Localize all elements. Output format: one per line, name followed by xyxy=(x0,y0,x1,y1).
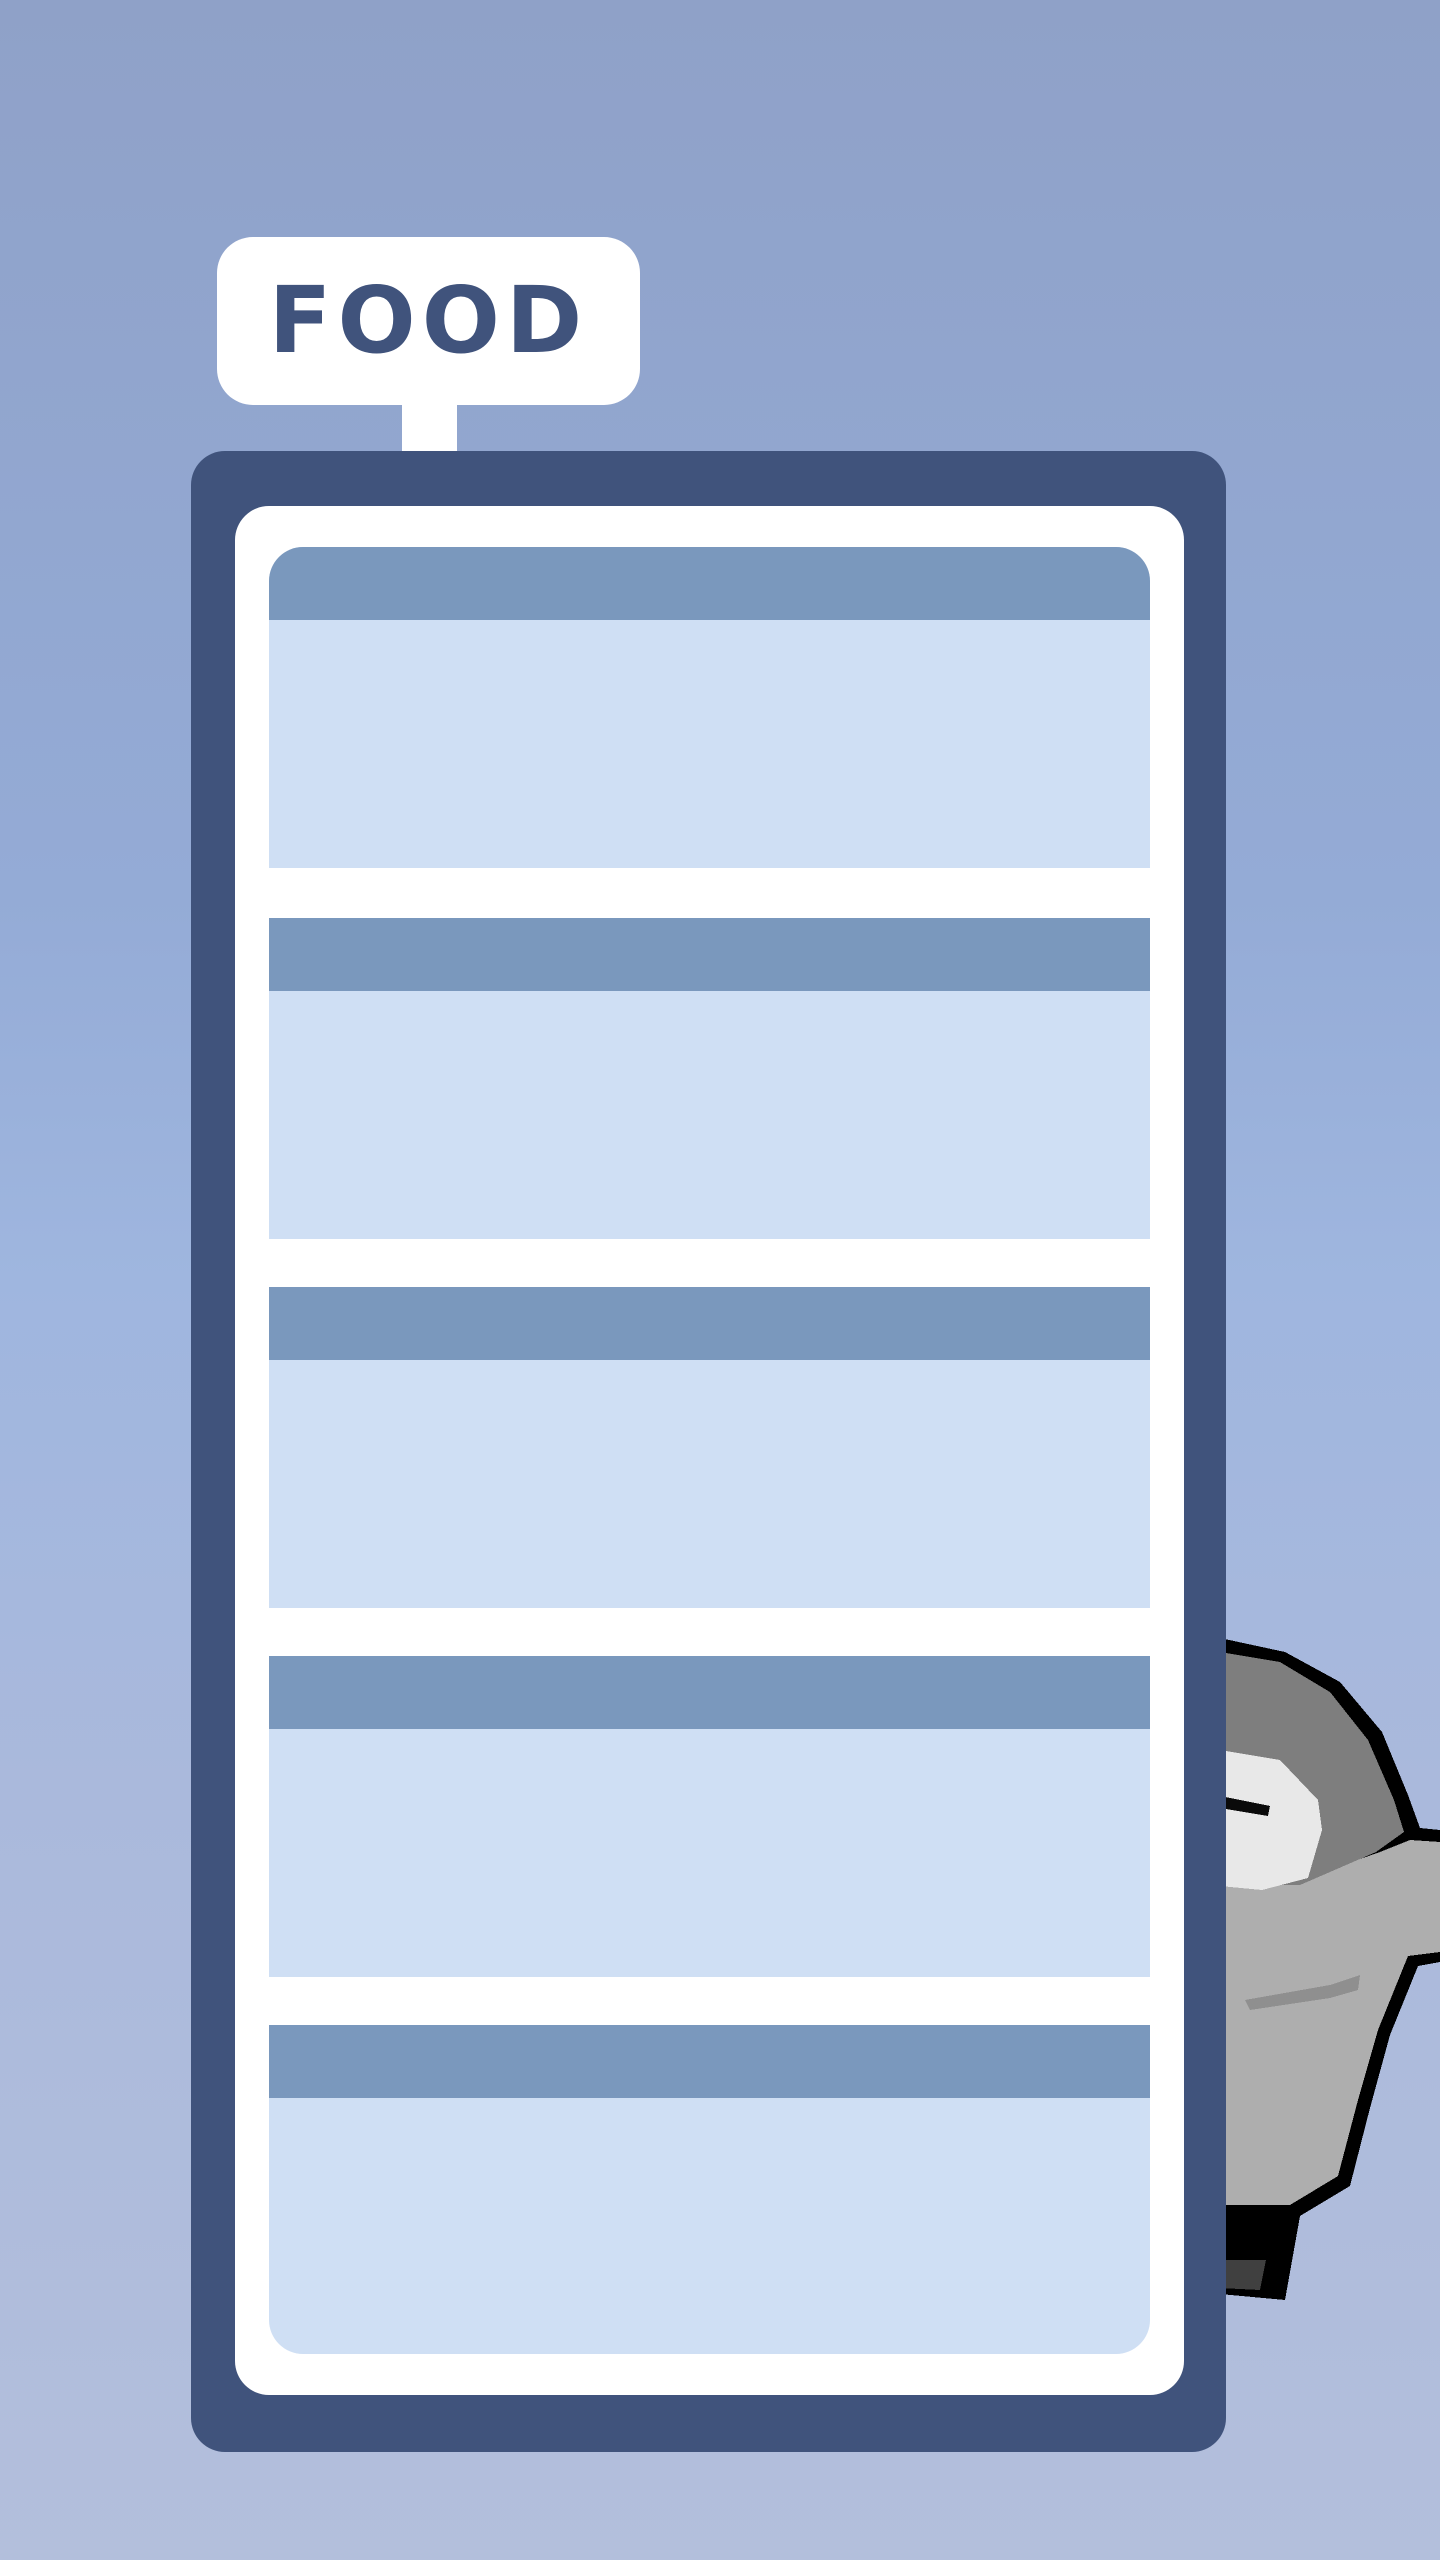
shelf-slot-1[interactable] xyxy=(269,547,1150,868)
shelf-header xyxy=(269,918,1150,991)
label-stem xyxy=(402,400,457,455)
character-shadow xyxy=(1220,2260,1266,2290)
shelf-slot-2[interactable] xyxy=(269,918,1150,1239)
category-label: FOOD xyxy=(217,237,640,405)
shelf-header xyxy=(269,1656,1150,1729)
shelf-slot-5[interactable] xyxy=(269,2025,1150,2354)
shelf-header xyxy=(269,2025,1150,2098)
category-label-text: FOOD xyxy=(268,267,589,374)
shelf-header xyxy=(269,547,1150,620)
character-body xyxy=(1220,1840,1440,2205)
shelf-header xyxy=(269,1287,1150,1360)
shelf-slot-4[interactable] xyxy=(269,1656,1150,1977)
shelf-slot-3[interactable] xyxy=(269,1287,1150,1608)
